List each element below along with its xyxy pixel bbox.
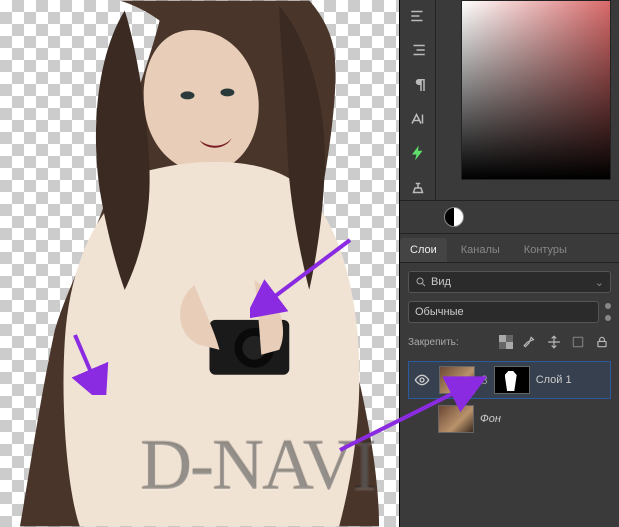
lock-pixels-icon[interactable] [521, 333, 539, 351]
justify-left-icon[interactable] [404, 4, 432, 28]
tab-layers[interactable]: Слои [400, 238, 447, 262]
layer-thumbnail[interactable] [439, 366, 475, 394]
lock-all-icon[interactable] [593, 333, 611, 351]
tab-channels[interactable]: Каналы [451, 238, 510, 262]
panel-tabs: Слои Каналы Контуры [400, 234, 619, 263]
paragraph-icon[interactable] [404, 73, 432, 97]
lock-position-icon[interactable] [545, 333, 563, 351]
justify-right-icon[interactable] [404, 38, 432, 62]
chevron-down-icon: ⌄ [595, 276, 604, 289]
layer-filter-dropdown[interactable]: Вид ⌄ [408, 271, 611, 293]
blend-mode-dropdown[interactable]: Обычные [408, 301, 599, 323]
layer-mask-thumbnail[interactable] [494, 366, 530, 394]
layer-name[interactable]: Фон [480, 413, 501, 425]
blend-mode-label: Обычные [415, 306, 464, 318]
clone-stamp-icon[interactable] [404, 176, 432, 200]
layer-row[interactable]: 8 Слой 1 [408, 361, 611, 399]
lock-label: Закрепить: [408, 337, 459, 348]
canvas-area[interactable]: D-NAVI [0, 0, 400, 527]
layers-panel: Вид ⌄ Обычные Закрепить: [400, 263, 619, 445]
lock-transparent-icon[interactable] [497, 333, 515, 351]
glyph-panel-icon[interactable] [404, 107, 432, 131]
layer-thumbnail[interactable] [438, 405, 474, 433]
link-icon: 8 [481, 373, 488, 387]
layer-name[interactable]: Слой 1 [536, 374, 572, 386]
flash-icon[interactable] [404, 141, 432, 165]
watermark: D-NAVI [140, 424, 375, 507]
filter-kind-label: Вид [431, 276, 451, 288]
visibility-toggle[interactable] [411, 372, 433, 388]
lock-artboard-icon[interactable] [569, 333, 587, 351]
search-icon [415, 276, 427, 288]
opacity-indicator[interactable] [605, 301, 611, 323]
bw-adjustment-icon[interactable] [444, 207, 464, 227]
tab-paths[interactable]: Контуры [514, 238, 577, 262]
color-picker[interactable] [461, 0, 611, 180]
layer-row[interactable]: Фон [408, 401, 611, 437]
vertical-tool-strip [400, 0, 436, 200]
